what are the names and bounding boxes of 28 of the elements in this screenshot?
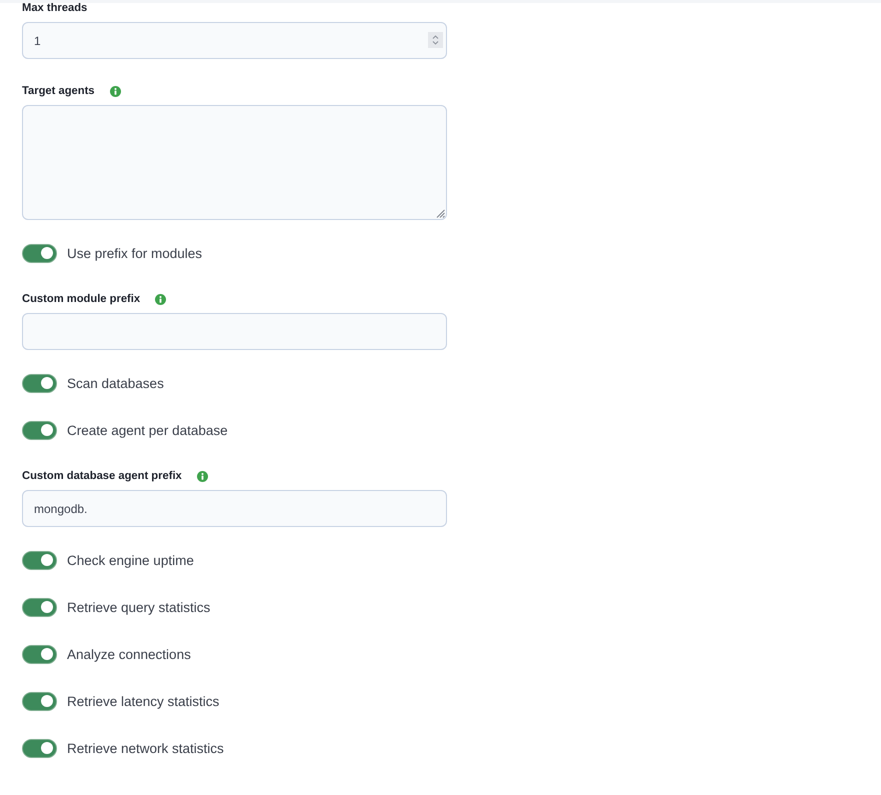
spin-button[interactable] (428, 32, 443, 48)
toggle-label: Create agent per database (67, 422, 228, 438)
toggle-label: Retrieve query statistics (67, 600, 210, 614)
field-label: Custom database agent prefix (22, 469, 182, 484)
resize-grip-icon[interactable] (436, 209, 445, 218)
toggle-label: Scan databases (67, 376, 164, 390)
toggle-switch[interactable] (22, 692, 57, 710)
text-field[interactable]: mongodb. (22, 490, 447, 527)
toggle-switch[interactable] (22, 374, 57, 392)
toggle-switch[interactable] (22, 644, 57, 664)
number-field[interactable]: 1 (22, 22, 447, 59)
info-icon[interactable] (110, 86, 121, 96)
toggle-switch[interactable] (22, 550, 57, 570)
toggle-label: Use prefix for modules (67, 246, 202, 260)
field-label: Target agents (22, 84, 95, 99)
text-field[interactable] (22, 313, 447, 350)
toggle-switch[interactable] (22, 244, 57, 262)
toggle-label: Retrieve network statistics (67, 740, 224, 756)
toggle-label: Analyze connections (67, 646, 191, 662)
field-label: Custom module prefix (22, 292, 140, 307)
toggle-switch[interactable] (22, 598, 57, 616)
toggle-switch[interactable] (22, 420, 57, 440)
toggle-label: Check engine uptime (67, 552, 194, 568)
info-icon[interactable] (196, 470, 208, 482)
toggle-label: Retrieve latency statistics (67, 694, 220, 708)
field-label: Max threads (22, 1, 88, 16)
info-icon[interactable] (155, 294, 166, 304)
toggle-switch[interactable] (22, 738, 57, 758)
